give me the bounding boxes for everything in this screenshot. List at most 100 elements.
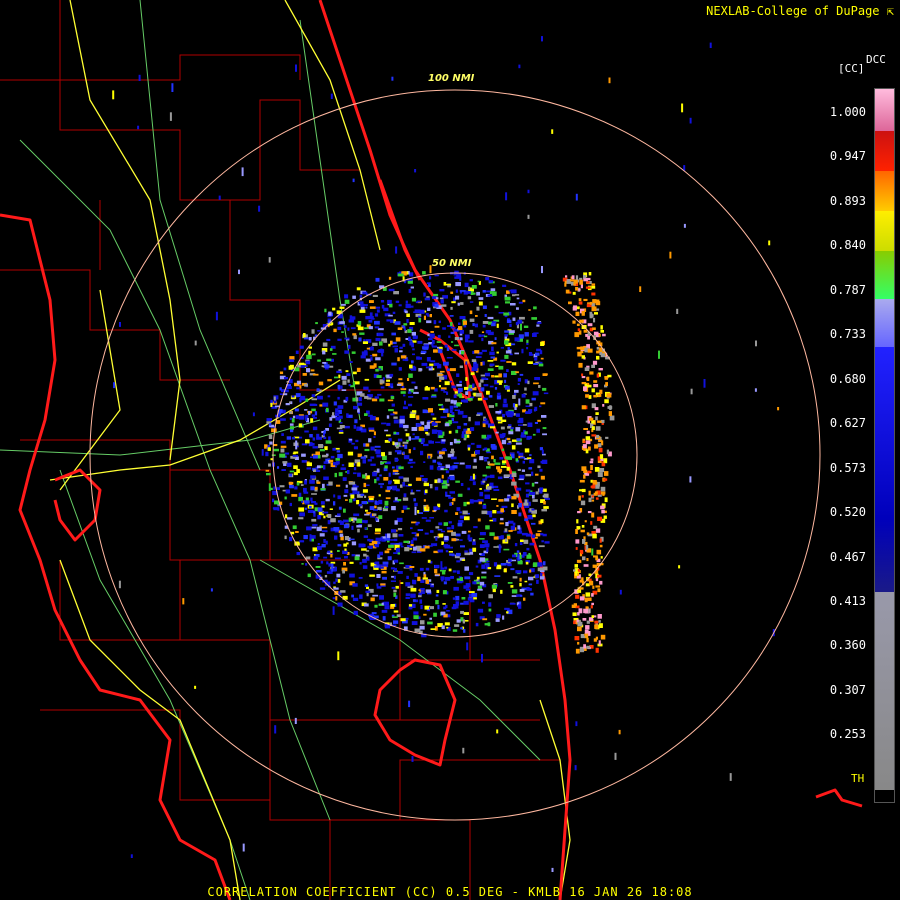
radar-echo	[418, 438, 422, 442]
radar-echo	[578, 298, 582, 302]
radar-echo	[491, 375, 494, 378]
radar-echo	[520, 539, 524, 542]
radar-echo	[356, 287, 361, 291]
radar-echo	[420, 579, 425, 583]
radar-echo	[531, 522, 536, 525]
radar-echo	[269, 423, 272, 426]
radar-echo	[374, 604, 378, 608]
radar-echo	[398, 367, 402, 371]
radar-echo	[349, 573, 355, 578]
radar-echo	[351, 442, 355, 445]
colorbar-tick-label: 0.947	[829, 149, 866, 164]
radar-echo	[338, 472, 343, 477]
radar-echo	[374, 478, 377, 484]
radar-echo	[329, 508, 333, 510]
radar-echo	[316, 388, 320, 392]
radar-echo	[490, 426, 496, 429]
radar-echo	[452, 629, 458, 632]
radar-echo	[325, 440, 332, 444]
radar-echo	[355, 439, 359, 443]
radar-echo	[444, 509, 448, 513]
radar-echo	[370, 463, 376, 466]
radar-echo	[390, 567, 395, 570]
radar-echo	[690, 388, 693, 395]
radar-echo	[390, 396, 395, 400]
radar-echo	[472, 581, 477, 585]
radar-echo	[402, 343, 406, 347]
radar-echo	[575, 539, 580, 544]
radar-echo	[448, 335, 451, 338]
radar-echo	[572, 306, 577, 311]
radar-echo	[408, 305, 414, 308]
radar-echo	[539, 570, 545, 573]
radar-echo	[451, 525, 455, 530]
radar-echo	[406, 575, 409, 579]
radar-echo	[450, 456, 457, 460]
radar-echo	[509, 602, 516, 605]
radar-echo	[599, 454, 604, 459]
radar-echo	[353, 424, 356, 429]
radar-echo	[504, 474, 510, 477]
radar-echo	[441, 474, 444, 479]
radar-echo	[585, 449, 589, 454]
radar-echo	[591, 364, 595, 368]
radar-echo	[597, 456, 601, 461]
radar-echo	[382, 616, 386, 621]
radar-echo	[431, 429, 438, 434]
radar-echo	[476, 306, 480, 311]
radar-echo	[506, 442, 512, 445]
radar-echo	[467, 597, 473, 601]
radar-echo	[551, 867, 554, 872]
radar-echo	[369, 506, 375, 510]
radar-echo	[583, 428, 588, 430]
radar-echo	[343, 508, 346, 513]
radar-echo	[420, 605, 423, 610]
radar-echo	[320, 560, 324, 564]
radar-echo	[500, 347, 504, 349]
radar-echo	[486, 547, 489, 552]
radar-echo	[506, 466, 510, 471]
radar-echo	[591, 426, 595, 431]
radar-echo	[681, 103, 684, 113]
radar-echo	[347, 470, 350, 475]
radar-echo	[516, 297, 520, 300]
radar-echo	[333, 401, 337, 406]
radar-echo	[460, 610, 464, 614]
radar-echo	[542, 433, 547, 436]
radar-echo	[535, 473, 539, 476]
radar-echo	[506, 456, 512, 460]
radar-echo	[498, 365, 504, 370]
radar-echo	[533, 363, 538, 365]
radar-echo	[430, 628, 436, 630]
radar-echo	[338, 374, 341, 379]
radar-echo	[514, 352, 519, 355]
radar-echo	[517, 525, 521, 530]
radar-echo	[424, 545, 430, 549]
radar-echo	[582, 556, 586, 561]
colorbar-green	[875, 251, 894, 299]
radar-echo	[465, 465, 471, 469]
radar-echo	[374, 445, 381, 448]
radar-echo	[406, 439, 409, 442]
radar-echo	[491, 455, 494, 460]
radar-echo	[338, 432, 344, 434]
radar-echo	[393, 291, 399, 295]
radar-echo	[412, 433, 415, 436]
radar-echo	[327, 379, 332, 382]
radar-echo	[472, 481, 476, 486]
radar-echo	[352, 521, 355, 523]
radar-echo	[360, 393, 365, 397]
radar-echo	[441, 571, 446, 575]
radar-echo	[399, 562, 404, 565]
radar-echo	[543, 506, 549, 509]
radar-echo	[600, 486, 606, 492]
radar-echo	[416, 415, 420, 420]
radar-echo	[395, 246, 398, 254]
radar-echo	[441, 530, 445, 533]
radar-echo	[462, 747, 465, 754]
radar-echo	[511, 445, 516, 450]
radar-echo	[435, 600, 439, 605]
radar-echo	[334, 535, 338, 540]
radar-echo	[294, 486, 298, 490]
radar-echo	[362, 565, 368, 569]
